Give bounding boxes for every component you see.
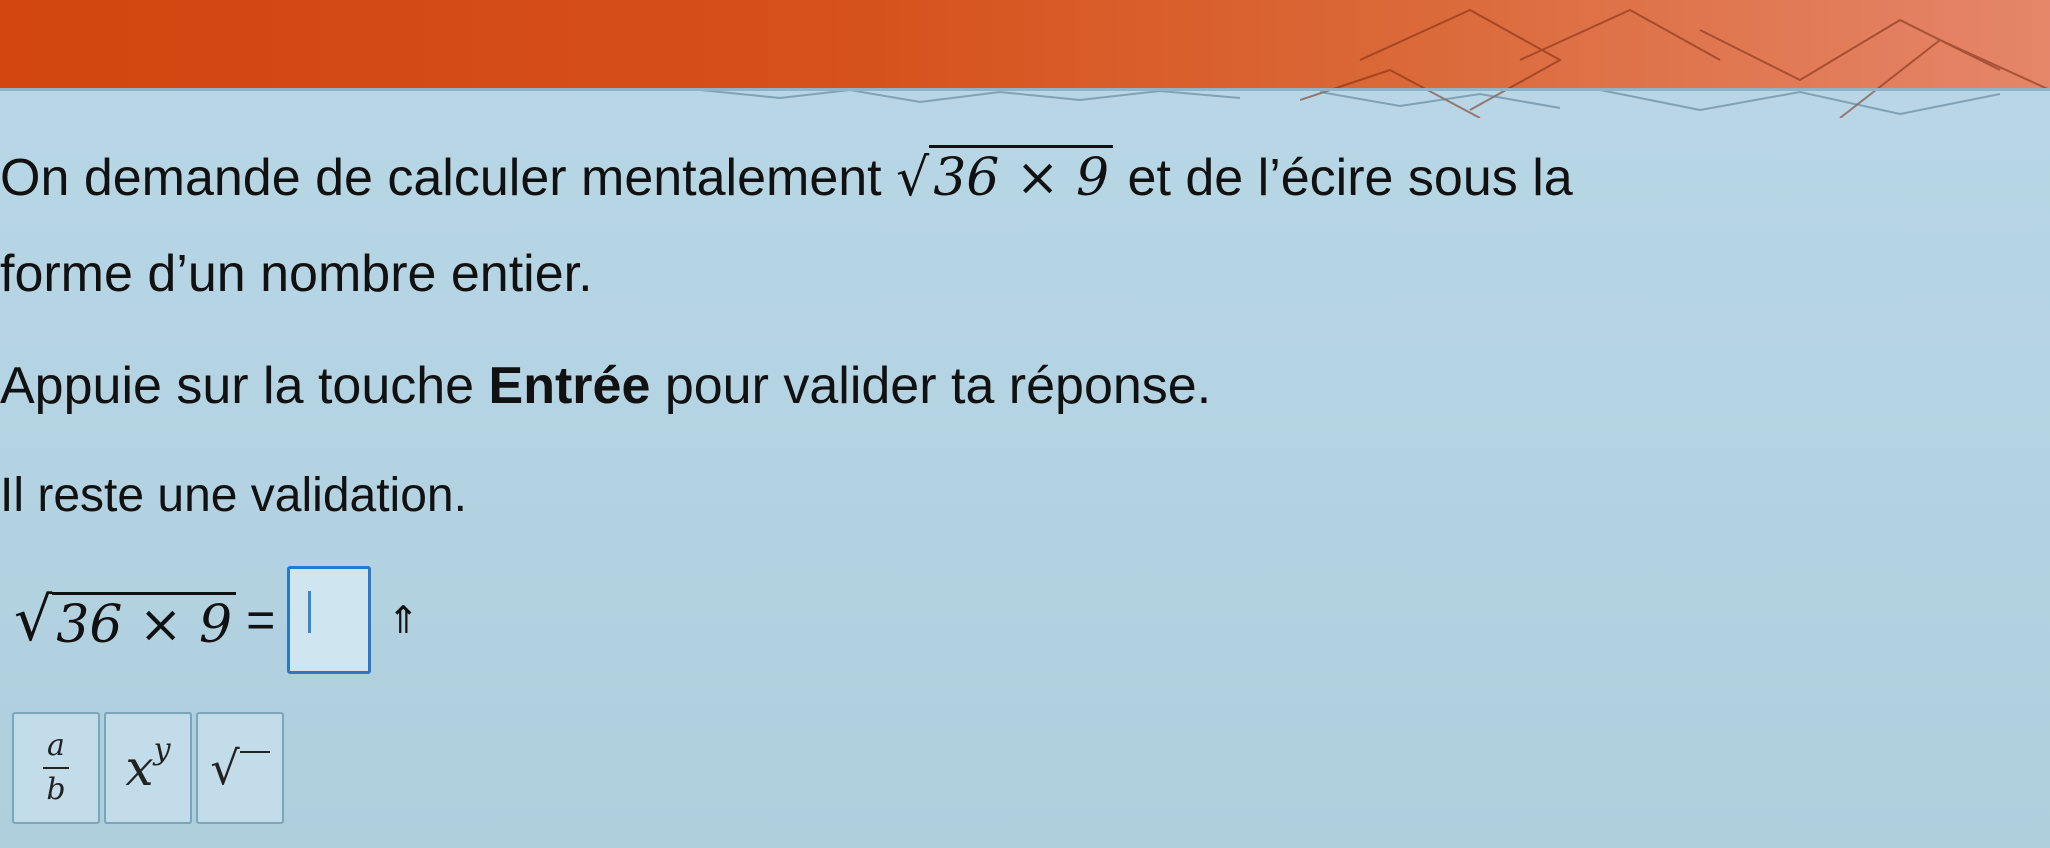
instruction-line: Appuie sur la touche Entrée pour valider… bbox=[0, 360, 1211, 412]
sqrt-overline bbox=[239, 751, 270, 783]
math-palette: a b xy √ bbox=[12, 712, 284, 824]
power-base: x bbox=[125, 739, 154, 797]
text-caret bbox=[308, 591, 312, 633]
fraction-button[interactable]: a b bbox=[12, 712, 100, 824]
answer-row: √ 36 × 9 = ⇑ bbox=[14, 566, 433, 674]
power-button[interactable]: xy bbox=[104, 712, 192, 824]
instruction-suffix: pour valider ta réponse. bbox=[650, 357, 1212, 415]
question-radicand: 36 × 9 bbox=[929, 145, 1114, 208]
header-bar bbox=[0, 0, 2050, 118]
equals-sign: = bbox=[246, 592, 276, 648]
fraction-bar bbox=[43, 767, 69, 769]
sqrt-glyph: √ bbox=[210, 741, 240, 795]
question-expression: √36 × 9 bbox=[896, 145, 1114, 208]
answer-radicand: 36 × 9 bbox=[52, 592, 237, 655]
question-suffix: et de l’écire sous la bbox=[1113, 149, 1573, 207]
header-divider bbox=[0, 88, 2050, 91]
instruction-key: Entrée bbox=[488, 357, 651, 415]
answer-expression: √ 36 × 9 bbox=[14, 585, 237, 655]
question-prefix: On demande de calculer mentalement bbox=[0, 149, 897, 207]
question-line-2: forme d’un nombre entier. bbox=[0, 245, 593, 303]
sqrt-icon: √ bbox=[210, 741, 270, 795]
fraction-icon: a b bbox=[43, 731, 69, 805]
fraction-denominator: b bbox=[46, 772, 66, 807]
answer-radical: √ bbox=[14, 585, 53, 655]
sqrt-button[interactable]: √ bbox=[196, 712, 284, 824]
instruction-prefix: Appuie sur la touche bbox=[0, 357, 489, 415]
radical-symbol: √ bbox=[896, 148, 930, 208]
remaining-validations: Il reste une validation. bbox=[0, 469, 467, 522]
shift-button[interactable]: ⇑ bbox=[373, 572, 433, 668]
answer-input[interactable] bbox=[287, 566, 372, 674]
power-icon: xy bbox=[125, 732, 170, 797]
fraction-numerator: a bbox=[47, 728, 65, 763]
question-line-1: On demande de calculer mentalement √36 ×… bbox=[0, 145, 1573, 208]
decorative-lines bbox=[700, 88, 2001, 116]
power-exponent: y bbox=[153, 732, 171, 768]
